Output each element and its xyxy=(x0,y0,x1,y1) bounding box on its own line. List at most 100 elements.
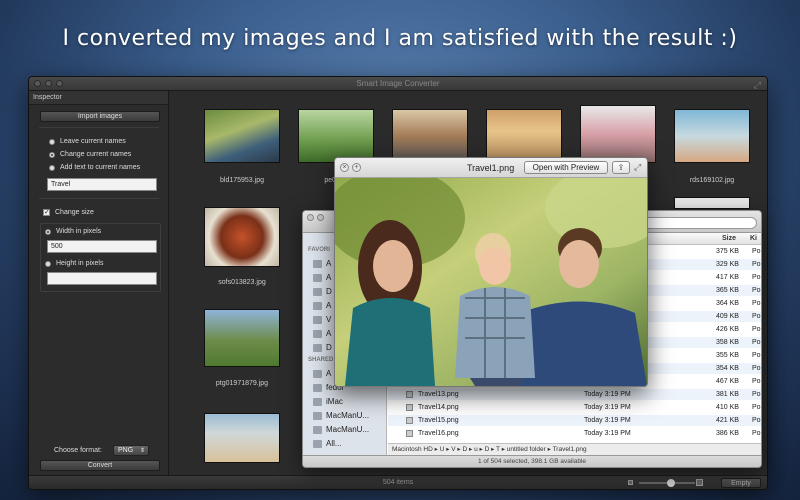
empty-button[interactable]: Empty xyxy=(721,478,761,488)
thumbnail-image[interactable] xyxy=(204,207,280,267)
divider xyxy=(39,198,159,199)
minimize-window-button[interactable] xyxy=(317,214,324,221)
table-row[interactable]: Travel14.png Today 3:19 PM 410 KB Po xyxy=(388,402,761,413)
file-size: 358 KB xyxy=(716,339,739,346)
close-window-button[interactable] xyxy=(34,80,41,87)
close-window-button[interactable] xyxy=(307,214,314,221)
sidebar-item[interactable]: A xyxy=(313,369,331,378)
sidebar-item-label: V xyxy=(326,315,332,324)
file-size: 364 KB xyxy=(716,300,739,307)
path-segment[interactable]: U xyxy=(440,446,445,453)
thumbnail-image[interactable] xyxy=(674,109,750,163)
preview-window: × + Travel1.png Open with Preview ⇪ ⤢ xyxy=(334,157,648,387)
sidebar-item-label: D xyxy=(326,343,332,352)
sidebar-item[interactable]: V xyxy=(313,315,331,324)
finder-status: 1 of 504 selected, 398.1 GB available xyxy=(303,455,761,467)
path-segment[interactable]: D xyxy=(463,446,468,453)
path-segment[interactable]: V xyxy=(451,446,455,453)
documents-icon xyxy=(313,301,322,310)
radio-leave-names[interactable]: Leave current names xyxy=(49,138,126,145)
radio-icon xyxy=(45,228,51,235)
headline: I converted my images and I am satisfied… xyxy=(62,26,738,51)
file-kind: Po xyxy=(752,391,761,398)
file-name: Travel14.png xyxy=(418,404,459,411)
thumbnail-image[interactable] xyxy=(298,109,374,163)
sidebar-item[interactable]: D xyxy=(313,343,332,352)
thumbnail-label: bld175953.jpg xyxy=(220,177,264,184)
radio-width-pixels[interactable]: Width in pixels xyxy=(45,228,101,235)
window-controls xyxy=(34,80,63,87)
height-field[interactable] xyxy=(47,272,157,285)
sidebar-item[interactable]: D xyxy=(313,287,332,296)
thumbnail-image[interactable] xyxy=(204,413,280,463)
fullscreen-icon[interactable]: ⤢ xyxy=(754,78,761,92)
radio-icon xyxy=(49,151,55,158)
thumbnail-image[interactable] xyxy=(204,309,280,367)
thumbnail-image[interactable] xyxy=(486,109,562,163)
sidebar-item-label: iMac xyxy=(326,397,343,406)
zoom-out-icon[interactable] xyxy=(628,480,633,485)
sidebar-item[interactable]: MacManU... xyxy=(313,411,369,420)
share-icon[interactable]: ⇪ xyxy=(612,161,630,174)
name-text-field[interactable]: Travel xyxy=(47,178,157,191)
slider-knob[interactable] xyxy=(667,479,675,487)
table-row[interactable]: Travel13.png Today 3:19 PM 381 KB Po xyxy=(388,389,761,400)
format-select[interactable]: PNG ⇕ xyxy=(113,445,149,456)
change-size-checkbox[interactable]: ✓ Change size xyxy=(43,209,94,216)
thumbnail-image[interactable] xyxy=(674,197,750,209)
computer-icon xyxy=(313,425,322,434)
sidebar-item-label: All... xyxy=(326,439,342,448)
file-size: 409 KB xyxy=(716,313,739,320)
zoom-in-icon[interactable] xyxy=(696,479,703,486)
fullscreen-icon[interactable]: ⤢ xyxy=(634,162,641,173)
path-segment[interactable]: T xyxy=(496,446,500,453)
file-kind: Po xyxy=(752,300,761,307)
sidebar-heading-favorites: FAVORI xyxy=(308,247,330,253)
sidebar-item[interactable]: All... xyxy=(313,439,342,448)
file-kind: Po xyxy=(752,326,761,333)
radio-label: Leave current names xyxy=(60,138,126,145)
radio-label: Change current names xyxy=(60,151,132,158)
minimize-window-button[interactable] xyxy=(45,80,52,87)
divider xyxy=(39,127,159,128)
path-segment[interactable]: Travel1.png xyxy=(553,446,587,453)
window-title: Smart Image Converter xyxy=(356,79,440,88)
close-icon[interactable]: × xyxy=(340,163,349,172)
width-field[interactable]: 500 xyxy=(47,240,157,253)
sidebar-item[interactable]: A xyxy=(313,273,331,282)
sidebar-item[interactable]: A xyxy=(313,259,331,268)
radio-change-names[interactable]: Change current names xyxy=(49,151,131,158)
file-size: 329 KB xyxy=(716,261,739,268)
preview-toolbar: × + Travel1.png Open with Preview ⇪ ⤢ xyxy=(335,158,647,178)
add-icon[interactable]: + xyxy=(352,163,361,172)
radio-add-text[interactable]: Add text to current names xyxy=(49,164,140,171)
path-segment[interactable]: u xyxy=(474,446,478,453)
sidebar-item[interactable]: MacManU... xyxy=(313,425,369,434)
path-segment[interactable]: untitled folder xyxy=(507,446,546,453)
movies-icon xyxy=(313,315,322,324)
finder-search-field[interactable] xyxy=(637,217,757,229)
thumbnail-image[interactable] xyxy=(204,109,280,163)
sidebar-item[interactable]: A xyxy=(313,301,331,310)
open-with-preview-button[interactable]: Open with Preview xyxy=(524,161,608,174)
radio-height-pixels[interactable]: Height in pixels xyxy=(45,260,103,267)
zoom-window-button[interactable] xyxy=(56,80,63,87)
thumbnail-image[interactable] xyxy=(580,105,656,163)
convert-button[interactable]: Convert xyxy=(40,460,160,471)
path-segment[interactable]: Macintosh HD xyxy=(392,446,433,453)
window-titlebar[interactable]: Smart Image Converter ⤢ xyxy=(29,77,767,91)
sidebar-item[interactable]: iMac xyxy=(313,397,343,406)
import-images-button[interactable]: Import images xyxy=(40,111,160,122)
sidebar-item[interactable]: A xyxy=(313,329,331,338)
table-row[interactable]: Travel16.png Today 3:19 PM 386 KB Po xyxy=(388,428,761,439)
computer-icon xyxy=(313,397,322,406)
path-segment[interactable]: D xyxy=(485,446,490,453)
thumbnail-image[interactable] xyxy=(392,109,468,163)
music-icon xyxy=(313,329,322,338)
table-row[interactable]: Travel15.png Today 3:19 PM 421 KB Po xyxy=(388,415,761,426)
column-kind[interactable]: Ki xyxy=(750,235,757,242)
family-photo xyxy=(335,178,647,386)
file-kind: Po xyxy=(752,352,761,359)
radio-icon xyxy=(49,138,55,145)
column-size[interactable]: Size xyxy=(722,235,736,242)
